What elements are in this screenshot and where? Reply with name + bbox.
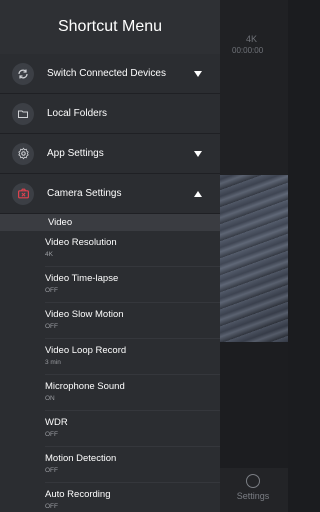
preview-texture — [215, 175, 288, 342]
menu-item-label: App Settings — [47, 148, 104, 159]
setting-label: Video Loop Record — [45, 345, 127, 356]
setting-video-loop-record[interactable]: Video Loop Record 3 min — [45, 339, 220, 375]
setting-label: Microphone Sound — [45, 381, 125, 392]
menu-item-local-folders[interactable]: Local Folders — [0, 94, 220, 134]
section-header-video: Video — [0, 214, 220, 231]
camera-settings-list: Video Resolution 4K Video Time-lapse OFF… — [0, 231, 220, 512]
setting-value: ON — [45, 395, 55, 402]
setting-auto-recording[interactable]: Auto Recording OFF — [45, 483, 220, 512]
menu-item-label: Switch Connected Devices — [47, 68, 166, 79]
setting-value: 3 min — [45, 359, 61, 366]
chevron-down-icon — [194, 70, 202, 77]
setting-value: OFF — [45, 431, 58, 438]
setting-wdr[interactable]: WDR OFF — [45, 411, 220, 447]
setting-video-time-lapse[interactable]: Video Time-lapse OFF — [45, 267, 220, 303]
gear-icon — [246, 474, 260, 488]
settings-tab-label: Settings — [236, 491, 270, 501]
setting-label: Video Resolution — [45, 237, 117, 248]
setting-value: OFF — [45, 287, 58, 294]
setting-value: OFF — [45, 503, 58, 510]
setting-video-resolution[interactable]: Video Resolution 4K — [45, 231, 220, 267]
shortcut-menu-drawer: Shortcut Menu Switch Connected Devices L… — [0, 0, 220, 512]
record-time: 00:00:00 — [232, 46, 264, 55]
setting-microphone-sound[interactable]: Microphone Sound ON — [45, 375, 220, 411]
setting-label: Motion Detection — [45, 453, 117, 464]
menu-item-label: Camera Settings — [47, 188, 122, 199]
menu-item-camera-settings[interactable]: Camera Settings — [0, 174, 220, 214]
refresh-icon — [12, 62, 34, 85]
settings-tab[interactable]: Settings — [234, 474, 272, 501]
menu-item-label: Local Folders — [47, 108, 108, 119]
setting-label: Auto Recording — [45, 489, 111, 500]
resolution-badge: 4K — [246, 34, 258, 44]
setting-label: Video Slow Motion — [45, 309, 124, 320]
chevron-up-icon — [194, 190, 202, 197]
menu-item-switch-devices[interactable]: Switch Connected Devices — [0, 54, 220, 94]
folder-icon — [12, 102, 34, 125]
setting-video-slow-motion[interactable]: Video Slow Motion OFF — [45, 303, 220, 339]
camera-icon — [12, 182, 34, 205]
setting-value: OFF — [45, 323, 58, 330]
setting-motion-detection[interactable]: Motion Detection OFF — [45, 447, 220, 483]
setting-label: Video Time-lapse — [45, 273, 119, 284]
setting-value: 4K — [45, 251, 53, 258]
gear-icon — [12, 142, 34, 165]
setting-value: OFF — [45, 467, 58, 474]
setting-label: WDR — [45, 417, 68, 428]
drawer-title: Shortcut Menu — [0, 0, 220, 54]
menu-item-app-settings[interactable]: App Settings — [0, 134, 220, 174]
chevron-down-icon — [194, 150, 202, 157]
